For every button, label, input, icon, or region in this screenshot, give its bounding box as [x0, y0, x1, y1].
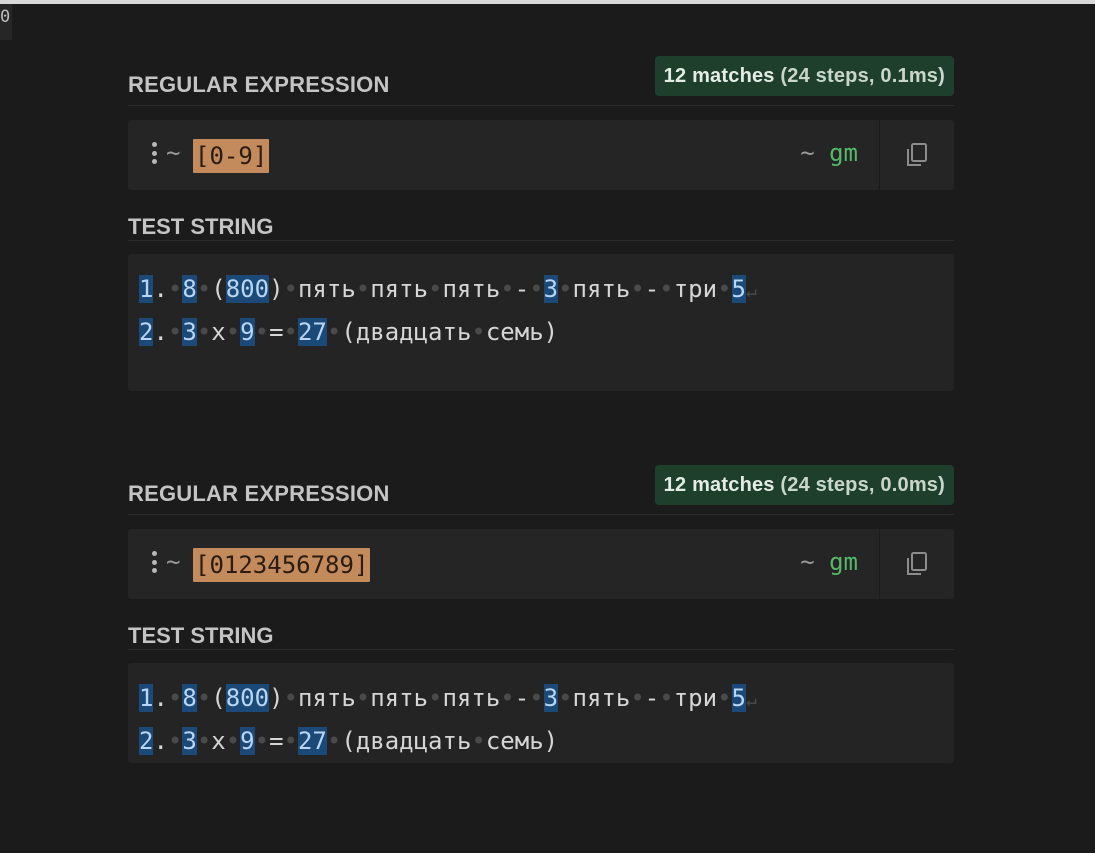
top-border	[0, 0, 1095, 4]
regex-section-header: REGULAR EXPRESSION 12 matches (24 steps,…	[128, 465, 954, 515]
regex-input[interactable]: ~ [0123456789] ~ gm	[128, 529, 954, 599]
copy-button[interactable]	[879, 120, 954, 190]
test-section-title: TEST STRING	[128, 623, 274, 648]
regex-flags[interactable]: ~ gm	[800, 548, 858, 576]
test-line-1: 1.•8•(800)•пять•пять•пять•-•3•пять•-•три…	[139, 275, 757, 303]
regex-flags[interactable]: ~ gm	[800, 139, 858, 167]
drag-handle-icon[interactable]	[151, 551, 157, 573]
regex-section-header: REGULAR EXPRESSION 12 matches (24 steps,…	[128, 56, 954, 106]
regex-section-title: REGULAR EXPRESSION	[128, 72, 390, 97]
line-number: 0	[0, 4, 12, 40]
copy-icon	[907, 552, 927, 575]
test-string-editor[interactable]: 1.•8•(800)•пять•пять•пять•-•3•пять•-•три…	[128, 254, 954, 391]
copy-button[interactable]	[879, 529, 954, 599]
test-section-header: TEST STRING	[128, 209, 954, 241]
regex-delimiter: ~	[166, 548, 181, 576]
regex-input[interactable]: ~ [0-9] ~ gm	[128, 120, 954, 190]
copy-icon	[907, 143, 927, 166]
test-section-header: TEST STRING	[128, 618, 954, 650]
regex-section-title: REGULAR EXPRESSION	[128, 481, 390, 506]
test-line-2: 2.•3•x•9•=•27•(двадцать•семь)	[139, 318, 559, 346]
test-line-1: 1.•8•(800)•пять•пять•пять•-•3•пять•-•три…	[139, 684, 757, 712]
match-info-badge[interactable]: 12 matches (24 steps, 0.0ms)	[654, 465, 954, 505]
regex-panel-2: REGULAR EXPRESSION 12 matches (24 steps,…	[128, 465, 954, 763]
regex-delimiter: ~	[166, 139, 181, 167]
match-info-badge[interactable]: 12 matches (24 steps, 0.1ms)	[654, 56, 954, 96]
regex-pattern[interactable]: [0-9]	[193, 139, 270, 173]
test-section-title: TEST STRING	[128, 214, 274, 239]
match-detail: (24 steps, 0.1ms)	[774, 65, 945, 87]
match-count: 12 matches	[663, 474, 775, 496]
regex-pattern[interactable]: [0123456789]	[193, 548, 371, 582]
drag-handle-icon[interactable]	[151, 142, 157, 164]
match-count: 12 matches	[663, 65, 775, 87]
regex-panel-1: REGULAR EXPRESSION 12 matches (24 steps,…	[128, 56, 954, 391]
test-line-2: 2.•3•x•9•=•27•(двадцать•семь)	[139, 727, 559, 755]
match-detail: (24 steps, 0.0ms)	[774, 474, 945, 496]
test-string-editor[interactable]: 1.•8•(800)•пять•пять•пять•-•3•пять•-•три…	[128, 663, 954, 763]
